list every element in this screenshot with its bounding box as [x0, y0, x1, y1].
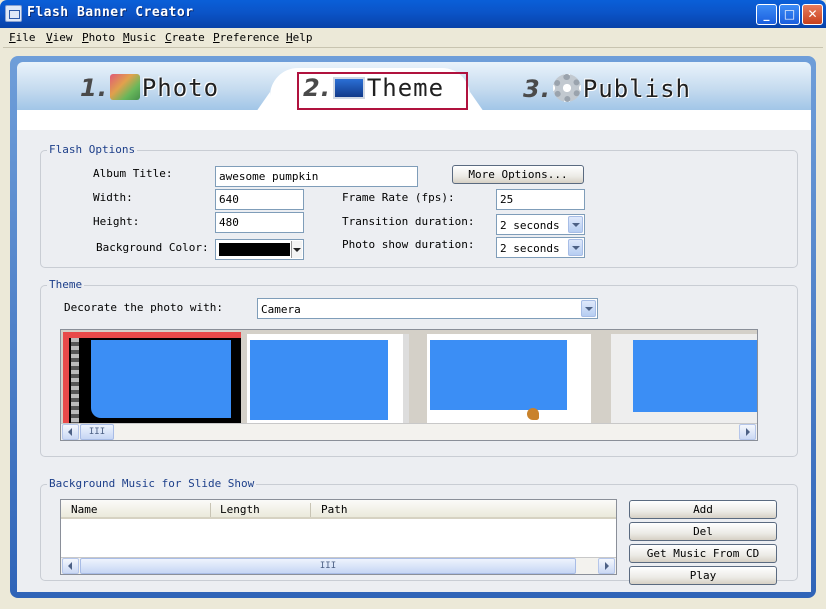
chevron-down-icon[interactable]: [291, 241, 302, 258]
selected-tab-highlight: [297, 72, 468, 110]
decorate-select[interactable]: Camera: [257, 298, 598, 319]
color-swatch: [219, 243, 290, 256]
menu-view[interactable]: View: [46, 31, 73, 44]
background-color-label: Background Color:: [96, 241, 209, 254]
pushpin-icon: [527, 408, 539, 420]
scrollbar-thumb[interactable]: III: [80, 424, 114, 440]
photo-placeholder: [633, 340, 757, 412]
height-input[interactable]: 480: [215, 212, 304, 233]
scroll-right-icon[interactable]: [598, 558, 615, 574]
tab-photo-number: 1.: [80, 74, 108, 102]
theme-thumbnail-3[interactable]: [427, 334, 591, 424]
scroll-left-icon[interactable]: [62, 424, 79, 440]
frame-rate-label: Frame Rate (fps):: [342, 191, 455, 204]
photo-show-duration-value: 2 seconds: [500, 242, 560, 255]
chevron-down-icon[interactable]: [581, 300, 596, 317]
column-separator: [310, 503, 311, 517]
music-list-header: Name Length Path: [61, 500, 616, 519]
flash-options-title: Flash Options: [47, 143, 138, 156]
menu-music[interactable]: Music: [123, 31, 156, 44]
background-music-title: Background Music for Slide Show: [47, 477, 257, 490]
maximize-icon: □: [783, 7, 796, 21]
window-title: Flash Banner Creator: [27, 5, 194, 20]
delete-music-button[interactable]: Del: [629, 522, 777, 541]
menu-photo[interactable]: Photo: [82, 31, 115, 44]
decorate-label: Decorate the photo with:: [64, 301, 223, 314]
menu-help[interactable]: Help: [286, 31, 313, 44]
gear-icon: [552, 74, 581, 102]
get-music-from-cd-button[interactable]: Get Music From CD: [629, 544, 777, 563]
menu-preference[interactable]: Preference: [213, 31, 279, 44]
column-length[interactable]: Length: [220, 503, 260, 516]
film-strip: [71, 338, 79, 424]
photo-show-duration-label: Photo show duration:: [342, 238, 475, 251]
play-music-button[interactable]: Play: [629, 566, 777, 585]
theme-horizontal-scrollbar[interactable]: III: [61, 423, 757, 440]
photo-icon: [109, 74, 140, 100]
music-horizontal-scrollbar[interactable]: III: [61, 557, 616, 574]
tab-publish[interactable]: 3. Publish: [523, 74, 691, 108]
photo-placeholder: [91, 340, 231, 418]
title-bar[interactable]: Flash Banner Creator _ □ ✕: [0, 0, 826, 28]
menu-file[interactable]: File: [9, 31, 36, 44]
scrollbar-thumb[interactable]: III: [80, 558, 576, 574]
width-label: Width:: [93, 191, 133, 204]
scroll-left-icon[interactable]: [62, 558, 79, 574]
theme-thumbnail-camera[interactable]: [63, 332, 241, 424]
transition-duration-select[interactable]: 2 seconds: [496, 214, 585, 235]
scroll-right-icon[interactable]: [739, 424, 756, 440]
menu-bar: File View Photo Music Create Preference …: [3, 28, 823, 48]
close-button[interactable]: ✕: [802, 4, 823, 25]
column-name[interactable]: Name: [71, 503, 98, 516]
minimize-button[interactable]: _: [756, 4, 777, 25]
tab-publish-label: Publish: [582, 75, 691, 103]
theme-thumbnail-2[interactable]: [247, 334, 409, 424]
width-input[interactable]: 640: [215, 189, 304, 210]
frame-rate-input[interactable]: 25: [496, 189, 585, 210]
theme-thumbnail-4[interactable]: [611, 334, 757, 424]
album-title-label: Album Title:: [93, 167, 173, 180]
music-list[interactable]: Name Length Path III: [60, 499, 617, 575]
menu-create[interactable]: Create: [165, 31, 205, 44]
photo-placeholder: [250, 340, 388, 420]
album-title-input[interactable]: awesome pumpkin: [215, 166, 418, 187]
height-label: Height:: [93, 215, 140, 228]
photo-placeholder: [430, 340, 567, 410]
header-strip: [17, 110, 811, 130]
decorate-value: Camera: [261, 303, 301, 316]
theme-thumbnail-strip: III: [60, 329, 758, 441]
more-options-button[interactable]: More Options...: [452, 165, 584, 184]
thumbnail-edge: [403, 334, 409, 424]
theme-group-title: Theme: [47, 278, 85, 291]
app-icon: [5, 5, 22, 22]
tab-photo-label: Photo: [141, 74, 220, 102]
tab-photo[interactable]: 1. Photo: [80, 74, 219, 108]
chevron-down-icon[interactable]: [568, 216, 583, 233]
minimize-icon: _: [763, 7, 770, 21]
tab-publish-number: 3.: [523, 75, 551, 103]
transition-duration-label: Transition duration:: [342, 215, 475, 228]
close-icon: ✕: [807, 7, 818, 21]
column-path[interactable]: Path: [321, 503, 348, 516]
background-color-picker[interactable]: [215, 239, 304, 260]
column-separator: [210, 503, 211, 517]
maximize-button[interactable]: □: [779, 4, 800, 25]
add-music-button[interactable]: Add: [629, 500, 777, 519]
transition-duration-value: 2 seconds: [500, 219, 560, 232]
photo-show-duration-select[interactable]: 2 seconds: [496, 237, 585, 258]
chevron-down-icon[interactable]: [568, 239, 583, 256]
